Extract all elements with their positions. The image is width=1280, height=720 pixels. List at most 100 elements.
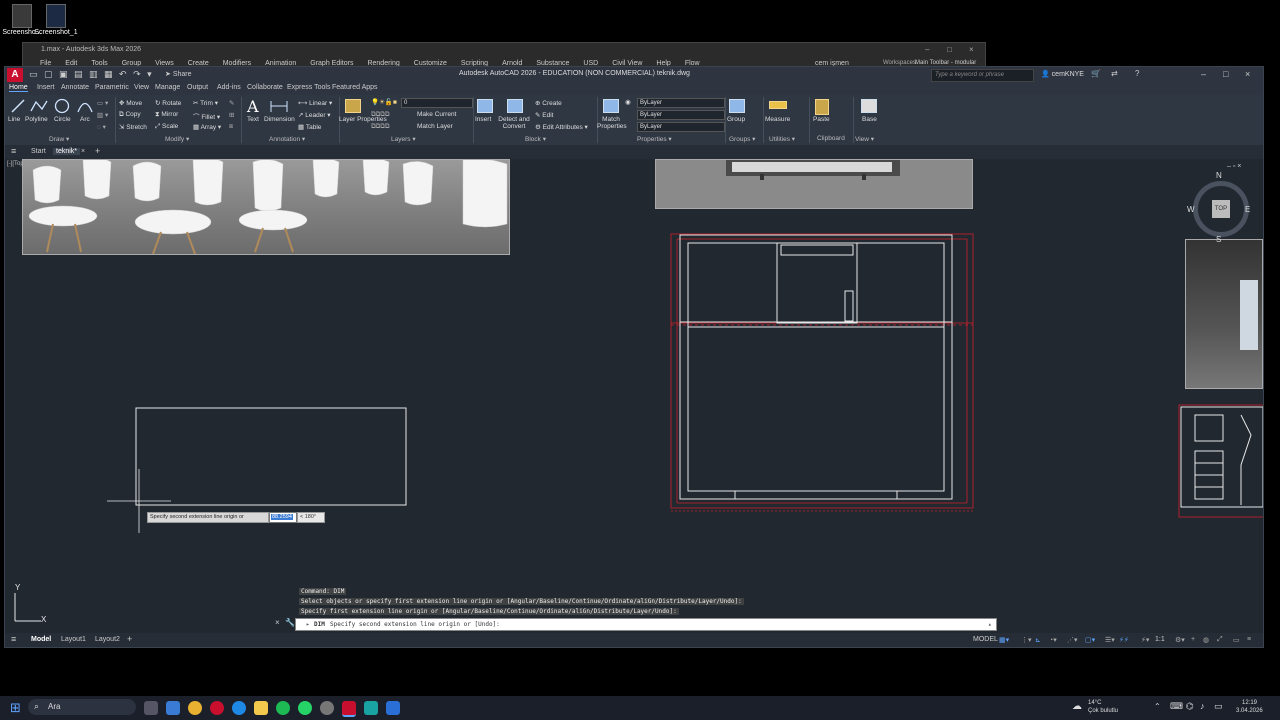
measure-icon[interactable] — [769, 101, 787, 109]
linear-button[interactable]: ⟷ Linear ▾ — [298, 99, 332, 107]
panel-utilities[interactable]: Utilities ▾ — [769, 135, 795, 143]
autocad-logo[interactable]: A — [7, 68, 23, 82]
mirror-button[interactable]: ⧗ Mirror — [155, 111, 178, 119]
close-icon[interactable]: × — [1245, 69, 1250, 79]
paste-button[interactable]: Paste — [813, 116, 830, 123]
copy-button[interactable]: ⧉ Copy — [119, 111, 141, 119]
clock-time[interactable]: 12:19 — [1242, 700, 1257, 706]
tab-insert[interactable]: Insert — [37, 84, 55, 91]
polyline-button[interactable]: Polyline — [25, 116, 48, 123]
add-layout-icon[interactable]: + — [127, 634, 132, 644]
quick-access-toolbar[interactable]: ▭ ▢ ▣ ▤ ▥ ▦ ↶ ↷ ▾ — [29, 69, 154, 80]
arc-button[interactable]: Arc — [80, 116, 90, 123]
whatsapp-icon[interactable] — [298, 701, 312, 715]
user-account[interactable]: 👤 cemKNYE — [1041, 70, 1084, 78]
compass-north[interactable]: N — [1216, 171, 1222, 180]
lineweight-icon[interactable]: ☰▾ — [1105, 636, 1115, 644]
plus-icon[interactable]: + — [1191, 636, 1195, 643]
array-button[interactable]: ▦ Array ▾ — [193, 123, 221, 131]
windows-start-icon[interactable]: ⊞ — [10, 700, 21, 716]
circle-icon[interactable] — [54, 98, 70, 117]
monitor-icon[interactable]: ▭ — [1233, 636, 1240, 644]
insert-icon[interactable] — [477, 99, 493, 113]
tab-parametric[interactable]: Parametric — [95, 84, 129, 91]
close-icon[interactable]: × — [969, 45, 974, 54]
layer-tools2-icons[interactable]: ⧉⧉⧉⧉ — [371, 123, 390, 131]
match-properties-icon[interactable] — [603, 99, 619, 113]
annotation-scale-value[interactable]: 1:1 — [1155, 636, 1165, 643]
chevron-up-icon[interactable]: ⌃ — [1154, 702, 1161, 711]
volume-icon[interactable]: ♪ — [1200, 701, 1205, 711]
compass-west[interactable]: W — [1187, 205, 1195, 214]
panel-clipboard[interactable]: Clipboard — [817, 135, 845, 142]
3dsmax-taskbar-icon[interactable] — [364, 701, 378, 715]
cmd-history-toggle-icon[interactable]: ▴ — [988, 621, 992, 628]
edge-icon[interactable] — [232, 701, 246, 715]
table-button[interactable]: ▦ Table — [298, 123, 321, 131]
tab-add-ins[interactable]: Add-ins — [217, 84, 241, 91]
tab-annotate[interactable]: Annotate — [61, 84, 89, 91]
snap-icon[interactable]: ⋮▾ — [1021, 636, 1032, 644]
measure-button[interactable]: Measure — [765, 116, 790, 123]
cart-icon[interactable]: 🛒 — [1091, 69, 1101, 78]
detect-convert-button[interactable]: Detect and Convert — [497, 116, 531, 130]
task-view-icon[interactable] — [144, 701, 158, 715]
make-current-button[interactable]: Make Current — [417, 111, 456, 118]
layer-properties-icon[interactable] — [345, 99, 361, 113]
maximize-icon[interactable]: □ — [1223, 69, 1228, 79]
edit-block-button[interactable]: ✎ Edit — [535, 111, 553, 119]
share-button[interactable]: ➤ Share — [165, 70, 192, 78]
move-button[interactable]: ✥ Move — [119, 99, 142, 107]
annotation-visibility-icon[interactable]: ⚡⚡ — [1119, 636, 1129, 644]
match-properties-button[interactable]: Match Properties — [597, 116, 627, 130]
fillet-button[interactable]: ⌒ Fillet ▾ — [193, 111, 220, 121]
polyline-icon[interactable] — [30, 99, 48, 116]
lineweight-dropdown[interactable]: ByLayer — [637, 122, 725, 132]
erase-icon[interactable]: ✎ — [229, 99, 234, 107]
group-button[interactable]: Group — [727, 116, 745, 123]
customize-icon[interactable]: ≡ — [1247, 636, 1251, 643]
tab-teknik[interactable]: teknik* — [53, 148, 81, 155]
reference-image-3d[interactable] — [1185, 239, 1263, 389]
match-layer-button[interactable]: Match Layer — [417, 123, 453, 130]
panel-groups[interactable]: Groups ▾ — [729, 135, 755, 143]
dynamic-input-value-box[interactable]: 88.2594 — [269, 512, 297, 523]
grid-icon[interactable]: ▦▾ — [999, 636, 1009, 644]
insert-button[interactable]: Insert — [475, 116, 491, 123]
detect-convert-icon[interactable] — [507, 99, 523, 113]
file-explorer-icon[interactable] — [254, 701, 268, 715]
panel-view[interactable]: View ▾ — [855, 135, 874, 143]
arc-icon[interactable] — [77, 99, 93, 116]
autocad-taskbar-icon[interactable] — [342, 701, 356, 717]
network-icon[interactable]: ⌬ — [1186, 701, 1194, 712]
group-icon[interactable] — [729, 99, 745, 113]
rectangle-icon[interactable]: ▭ ▾ — [97, 99, 108, 107]
tab-express-tools[interactable]: Express Tools — [287, 84, 330, 91]
layer-dropdown[interactable]: 0 — [401, 98, 473, 108]
isolate-icon[interactable]: ◍ — [1203, 636, 1209, 644]
circle-button[interactable]: Circle — [54, 116, 71, 123]
offset-icon[interactable]: ⧈ — [229, 123, 233, 131]
autocad-window[interactable]: A ▭ ▢ ▣ ▤ ▥ ▦ ↶ ↷ ▾ ➤ Share Autodesk Aut… — [4, 66, 1264, 648]
tab-collaborate[interactable]: Collaborate — [247, 84, 283, 91]
chrome-icon[interactable] — [188, 701, 202, 715]
rotate-button[interactable]: ↻ Rotate — [155, 99, 181, 107]
close-cmd-icon[interactable]: × — [275, 618, 280, 627]
clock-date[interactable]: 3.04.2026 — [1236, 708, 1263, 714]
linetype-dropdown[interactable]: ByLayer — [637, 110, 725, 120]
panel-properties[interactable]: Properties ▾ — [637, 135, 672, 143]
color-wheel-icon[interactable]: ◉ — [625, 98, 631, 106]
command-line-input[interactable]: ▸ DIM Specify second extension line orig… — [295, 618, 997, 631]
panel-block[interactable]: Block ▾ — [525, 135, 546, 143]
isodraft-icon[interactable]: ⋰▾ — [1067, 636, 1078, 644]
ortho-icon[interactable]: ⊾ — [1035, 636, 1041, 644]
layer-tools-icons[interactable]: ⧉⧉⧉⧉ — [371, 111, 390, 119]
menu-icon[interactable]: ≡ — [11, 146, 16, 156]
model-space-button[interactable]: MODEL — [973, 636, 998, 643]
tab-layout1[interactable]: Layout1 — [61, 636, 86, 643]
panel-modify[interactable]: Modify ▾ — [165, 135, 189, 143]
layer-state-icons[interactable]: 💡☀🔓■ — [371, 98, 397, 106]
leader-button[interactable]: ↗ Leader ▾ — [298, 111, 331, 119]
trim-button[interactable]: ✂ Trim ▾ — [193, 99, 218, 107]
line-button[interactable]: Line — [8, 116, 20, 123]
